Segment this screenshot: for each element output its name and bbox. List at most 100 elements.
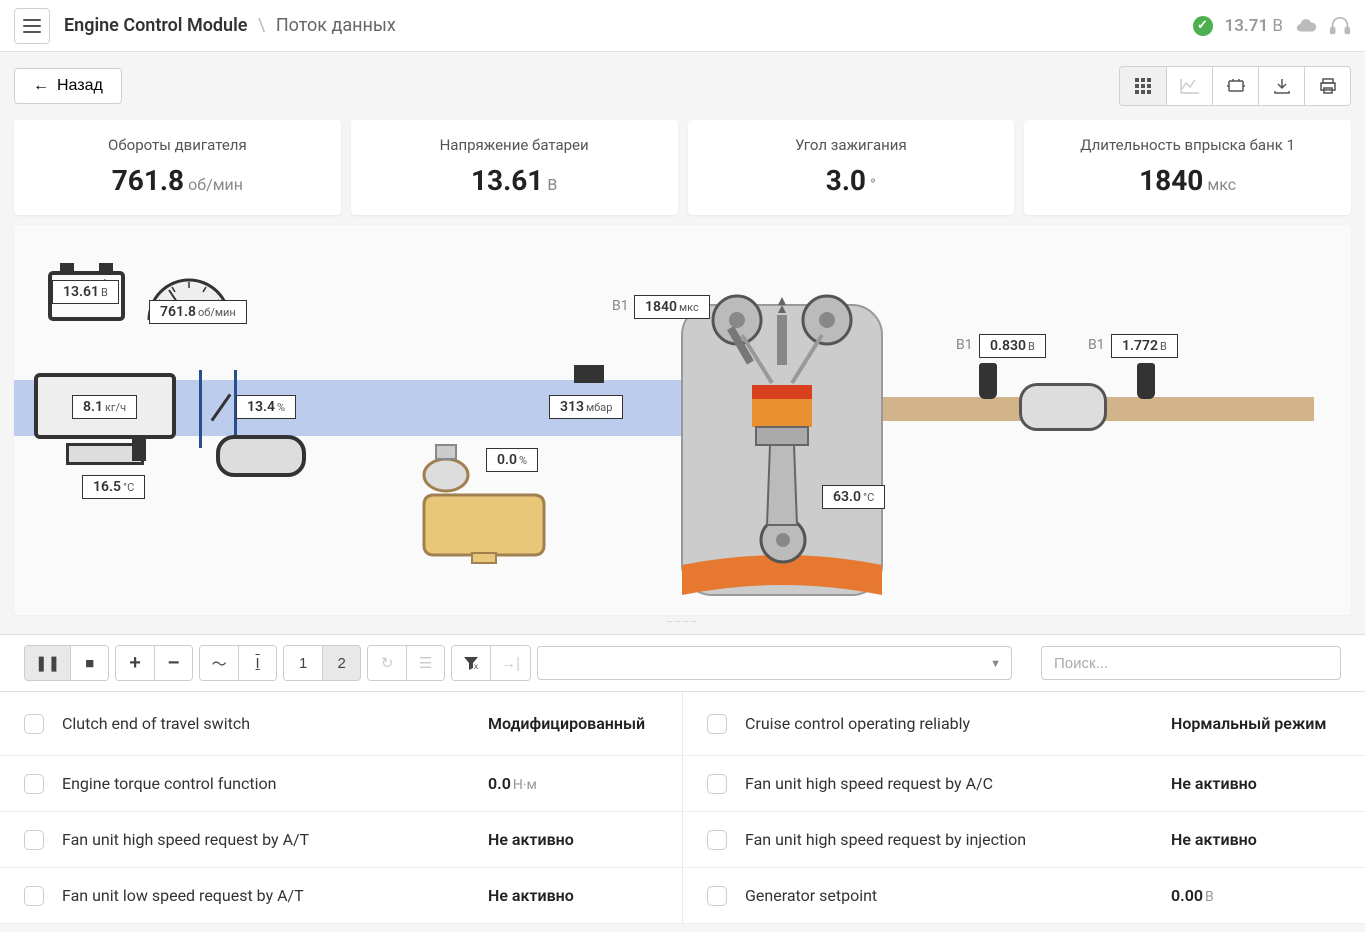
label-o2b-prefix: B1 <box>1088 337 1105 353</box>
parameter-dropdown[interactable]: ▼ <box>537 646 1012 680</box>
cloud-upload-icon[interactable] <box>1295 15 1317 37</box>
status-ok-icon: ✓ <box>1193 16 1213 36</box>
breadcrumb: Engine Control Module \ Поток данных <box>64 15 396 36</box>
row-checkbox[interactable] <box>707 830 727 850</box>
o2-sensor-1-icon <box>979 363 997 399</box>
table-row: Fan unit high speed request by A/C Не ак… <box>683 756 1365 812</box>
refresh-button[interactable]: ↻ <box>368 646 406 680</box>
label-throttle: 13.4% <box>236 395 296 419</box>
menu-button[interactable] <box>14 8 50 44</box>
print-button[interactable] <box>1304 67 1350 105</box>
filter-button[interactable]: x <box>452 646 490 680</box>
metric-rpm[interactable]: Обороты двигателя 761.8об/мин <box>14 120 341 215</box>
top-right-status: ✓ 13.71 В <box>1193 15 1352 37</box>
minus-icon: − <box>168 652 180 675</box>
text-format-button[interactable]: I <box>238 646 276 680</box>
row-label: Fan unit low speed request by A/T <box>62 886 488 905</box>
go-end-button[interactable]: →| <box>490 646 530 680</box>
metric-title: Угол зажигания <box>708 136 995 154</box>
metric-ignition[interactable]: Угол зажигания 3.0° <box>688 120 1015 215</box>
view-graph-button[interactable] <box>1166 67 1212 105</box>
search-input[interactable] <box>1041 646 1341 680</box>
metric-unit: мкс <box>1207 175 1236 194</box>
data-column-right: Cruise control operating reliably Нормал… <box>682 692 1365 924</box>
line-chart-icon <box>1180 78 1200 94</box>
wave-button[interactable]: 〜 <box>200 646 238 680</box>
label-inj: 1840мкс <box>634 295 710 319</box>
metric-value: 13.61 <box>471 164 543 197</box>
iat-sensor-icon <box>132 435 146 461</box>
refresh-icon: ↻ <box>381 654 394 672</box>
export-button[interactable] <box>1258 67 1304 105</box>
hamburger-icon <box>23 19 41 33</box>
support-headset-icon[interactable] <box>1329 15 1351 37</box>
metric-title: Напряжение батареи <box>371 136 658 154</box>
add-button[interactable]: + <box>116 646 154 680</box>
map-sensor-icon <box>574 365 604 383</box>
row-value: Не активно <box>488 830 658 849</box>
metric-value: 761.8 <box>112 164 184 197</box>
back-button-label: Назад <box>57 77 103 95</box>
row-value: Не активно <box>1171 830 1341 849</box>
arrow-left-icon: ← <box>33 77 49 95</box>
table-row: Generator setpoint 0.00В <box>683 868 1365 924</box>
metric-unit: об/мин <box>188 175 243 194</box>
engine-block-icon <box>672 275 892 605</box>
data-column-left: Clutch end of travel switch Модифицирова… <box>0 692 682 924</box>
back-button[interactable]: ← Назад <box>14 68 122 104</box>
row-checkbox[interactable] <box>707 886 727 906</box>
stop-icon: ■ <box>85 655 94 672</box>
pause-icon: ❚❚ <box>35 654 60 672</box>
data-table: Clutch end of travel switch Модифицирова… <box>0 692 1365 924</box>
idle-control-icon <box>216 435 306 477</box>
text-icon: I <box>256 655 260 672</box>
metric-injection[interactable]: Длительность впрыска банк 1 1840мкс <box>1024 120 1351 215</box>
label-inj-prefix: B1 <box>612 298 629 314</box>
label-maf: 8.1кг/ч <box>72 395 137 419</box>
top-bar: Engine Control Module \ Поток данных ✓ 1… <box>0 0 1365 52</box>
label-battery: 13.61В <box>52 280 119 304</box>
resize-handle[interactable]: ┄┄┄┄ <box>0 615 1365 630</box>
row-value: 0.00В <box>1171 886 1341 905</box>
pause-button[interactable]: ❚❚ <box>25 646 70 680</box>
page-2-button[interactable]: 2 <box>322 646 360 680</box>
row-label: Fan unit high speed request by A/C <box>745 774 1171 793</box>
label-rpm: 761.8об/мин <box>149 300 247 324</box>
label-evap: 0.0% <box>486 448 538 472</box>
row-checkbox[interactable] <box>707 714 727 734</box>
row-label: Fan unit high speed request by A/T <box>62 830 488 849</box>
view-diagram-button[interactable] <box>1212 67 1258 105</box>
table-row: Engine torque control function 0.0Н·м <box>0 756 682 812</box>
stop-button[interactable]: ■ <box>70 646 108 680</box>
row-checkbox[interactable] <box>24 830 44 850</box>
row-value: Не активно <box>488 886 658 905</box>
row-checkbox[interactable] <box>24 774 44 794</box>
row-checkbox[interactable] <box>24 714 44 734</box>
arrow-end-icon: →| <box>501 655 520 672</box>
row-label: Generator setpoint <box>745 886 1171 905</box>
remove-button[interactable]: − <box>154 646 192 680</box>
breadcrumb-page: Поток данных <box>276 15 396 36</box>
table-row: Fan unit high speed request by A/T Не ак… <box>0 812 682 868</box>
label-iat: 16.5°C <box>82 475 145 499</box>
page-1-button[interactable]: 1 <box>284 646 322 680</box>
engine-diagram: −+ 13.61В 761.8об/мин 8.1кг/ч 16.5°C 13.… <box>14 225 1351 615</box>
list-button[interactable]: ☰ <box>406 646 444 680</box>
row-checkbox[interactable] <box>24 886 44 906</box>
metric-unit: ° <box>870 175 876 194</box>
list-icon: ☰ <box>419 654 432 672</box>
export-icon <box>1273 77 1291 95</box>
metric-value: 1840 <box>1139 164 1203 197</box>
row-label: Fan unit high speed request by injection <box>745 830 1171 849</box>
svg-text:x: x <box>474 662 478 671</box>
view-grid-button[interactable] <box>1120 67 1166 105</box>
print-icon <box>1319 77 1337 95</box>
row-checkbox[interactable] <box>707 774 727 794</box>
metric-value: 3.0 <box>826 164 866 197</box>
row-label: Engine torque control function <box>62 774 488 793</box>
label-o2b: 1.772В <box>1111 334 1178 358</box>
row-value: Модифицированный <box>488 714 658 733</box>
data-toolbar: ❚❚ ■ + − 〜 I 1 2 ↻ ☰ x →| ▼ <box>0 634 1365 692</box>
metric-voltage[interactable]: Напряжение батареи 13.61В <box>351 120 678 215</box>
label-o2a: 0.830В <box>979 334 1046 358</box>
